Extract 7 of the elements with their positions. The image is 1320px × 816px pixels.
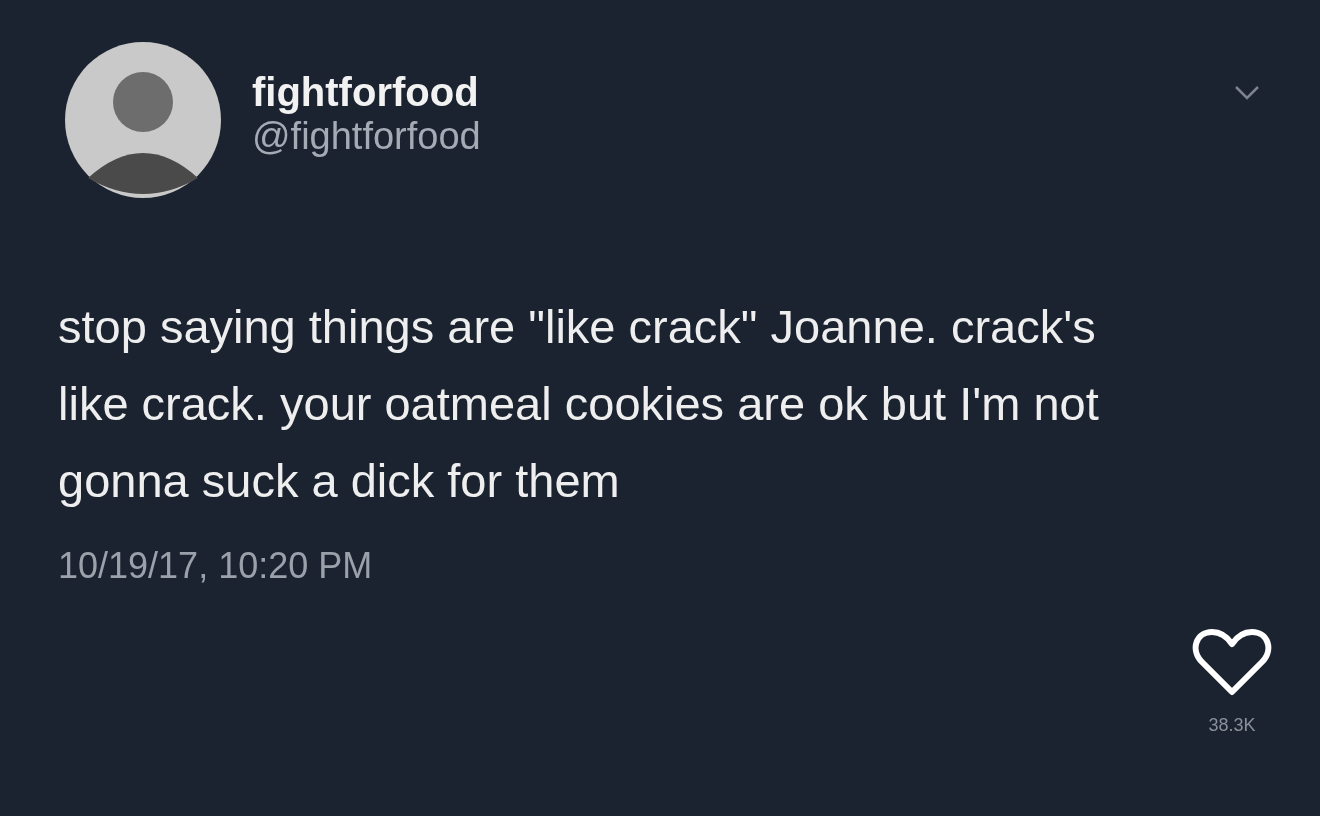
- user-handle[interactable]: @fightforfood: [252, 114, 481, 160]
- heart-icon[interactable]: [1192, 628, 1272, 696]
- timestamp: 10/19/17, 10:20 PM: [58, 544, 374, 588]
- tweet-text: stop saying things are "like crack" Joanne. crack's like crack. your oatmeal cookies are ok but I'm not gonna suck a dick for them: [58, 299, 1100, 509]
- chevron-down-icon[interactable]: [1234, 85, 1260, 101]
- like-count: 38.3K: [1208, 714, 1256, 737]
- user-name[interactable]: fightforfood: [252, 70, 481, 115]
